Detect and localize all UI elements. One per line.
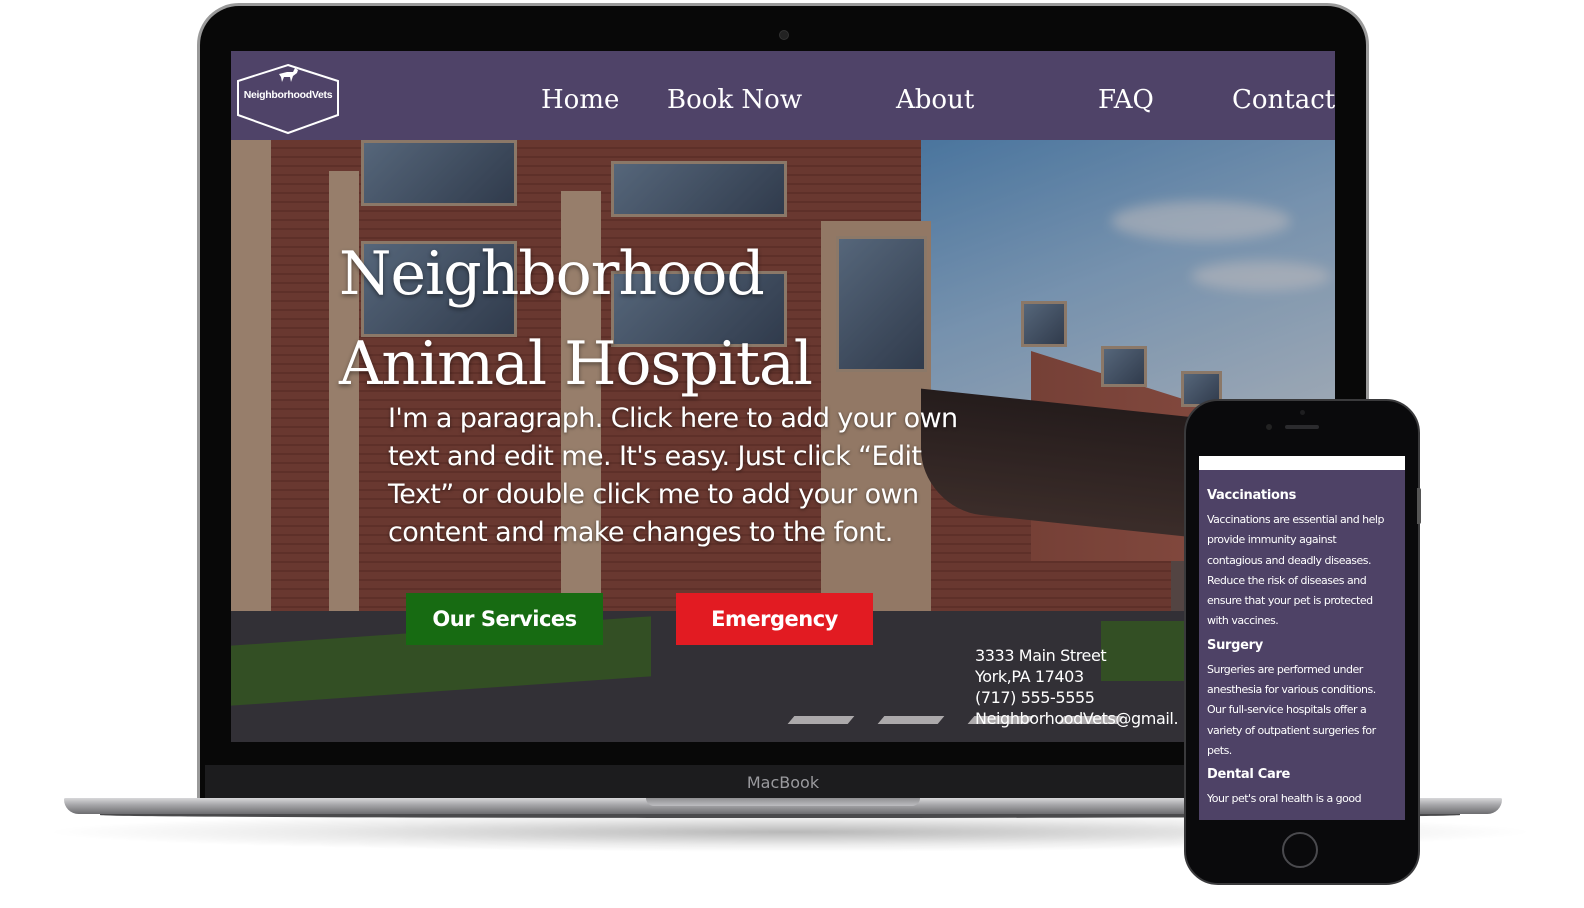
hero-title-line: Animal Hospital: [339, 329, 813, 399]
mobile-section-heading: Surgery: [1207, 637, 1263, 653]
phone-speaker: [1285, 425, 1319, 429]
mobile-section-heading: Dental Care: [1207, 767, 1291, 783]
text-line: variety of outpatient surgeries for: [1207, 723, 1376, 737]
phone-side-button: [1417, 488, 1421, 524]
site-header: NeighborhoodVets Home Book Now About FAQ…: [231, 51, 1335, 140]
text-line: pets.: [1207, 743, 1232, 757]
text-line: contagious and deadly diseases.: [1207, 553, 1372, 567]
hero-paragraph-line: I'm a paragraph. Click here to add your …: [388, 403, 958, 434]
text-line: Vaccinations are essential and help: [1207, 513, 1384, 526]
mobile-section-text: Your pet's oral health is a good: [1207, 789, 1401, 809]
text-line: provide immunity against: [1207, 533, 1337, 547]
laptop-camera: [779, 30, 789, 40]
hero-paragraph-line: Text” or double click me to add your own: [388, 479, 919, 510]
nav-home[interactable]: Home: [541, 83, 619, 117]
mobile-section-text: Surgeries are performed under anesthesia…: [1207, 660, 1401, 761]
address-email[interactable]: NeighborhoodVets@gmail.: [975, 708, 1179, 729]
address-city: York,PA 17403: [975, 667, 1084, 686]
phone-screen: Vaccinations Vaccinations are essential …: [1199, 456, 1405, 820]
hero-paragraph-line: content and make changes to the font.: [388, 517, 893, 548]
nav-faq[interactable]: FAQ: [1098, 83, 1154, 117]
text-line: anesthesia for various conditions.: [1207, 683, 1376, 697]
phone-front-camera: [1266, 424, 1272, 430]
text-line: Our full-service hospitals offer a: [1207, 703, 1367, 717]
nav-contact[interactable]: Contact: [1232, 83, 1335, 117]
dog-icon: [279, 68, 298, 82]
hero-title: Neighborhood Animal Hospital: [339, 229, 813, 409]
text-line: Reduce the risk of diseases and: [1207, 573, 1367, 587]
hero-paragraph-line: text and edit me. It's easy. Just click …: [388, 441, 922, 472]
nav-about[interactable]: About: [896, 83, 974, 117]
logo-text: NeighborhoodVets: [243, 89, 333, 101]
phone-home-button[interactable]: [1282, 832, 1318, 868]
text-line: ensure that your pet is protected: [1207, 594, 1373, 608]
text-line: with vaccines.: [1207, 614, 1279, 628]
our-services-button[interactable]: Our Services: [406, 593, 603, 645]
mobile-header-bar: [1199, 456, 1405, 470]
nav-book-now[interactable]: Book Now: [667, 83, 802, 117]
address-block: 3333 Main Street York,PA 17403 (717) 555…: [975, 645, 1179, 729]
address-street: 3333 Main Street: [975, 646, 1107, 665]
emergency-button[interactable]: Emergency: [676, 593, 873, 645]
mobile-services-list: Vaccinations Vaccinations are essential …: [1207, 486, 1401, 814]
text-line: Surgeries are performed under: [1207, 662, 1363, 676]
mobile-section-heading: Vaccinations: [1207, 488, 1297, 503]
laptop-screen: NeighborhoodVets Home Book Now About FAQ…: [231, 51, 1335, 742]
text-line: Your pet's oral health is a good: [1207, 792, 1362, 806]
address-phone[interactable]: (717) 555-5555: [975, 687, 1178, 708]
mobile-section-text: Vaccinations are essential and help prov…: [1207, 510, 1401, 632]
hero-paragraph: I'm a paragraph. Click here to add your …: [388, 400, 1048, 552]
phone-sensor: [1300, 410, 1305, 415]
hero-title-line: Neighborhood: [339, 239, 765, 309]
site-logo[interactable]: NeighborhoodVets: [234, 59, 342, 137]
